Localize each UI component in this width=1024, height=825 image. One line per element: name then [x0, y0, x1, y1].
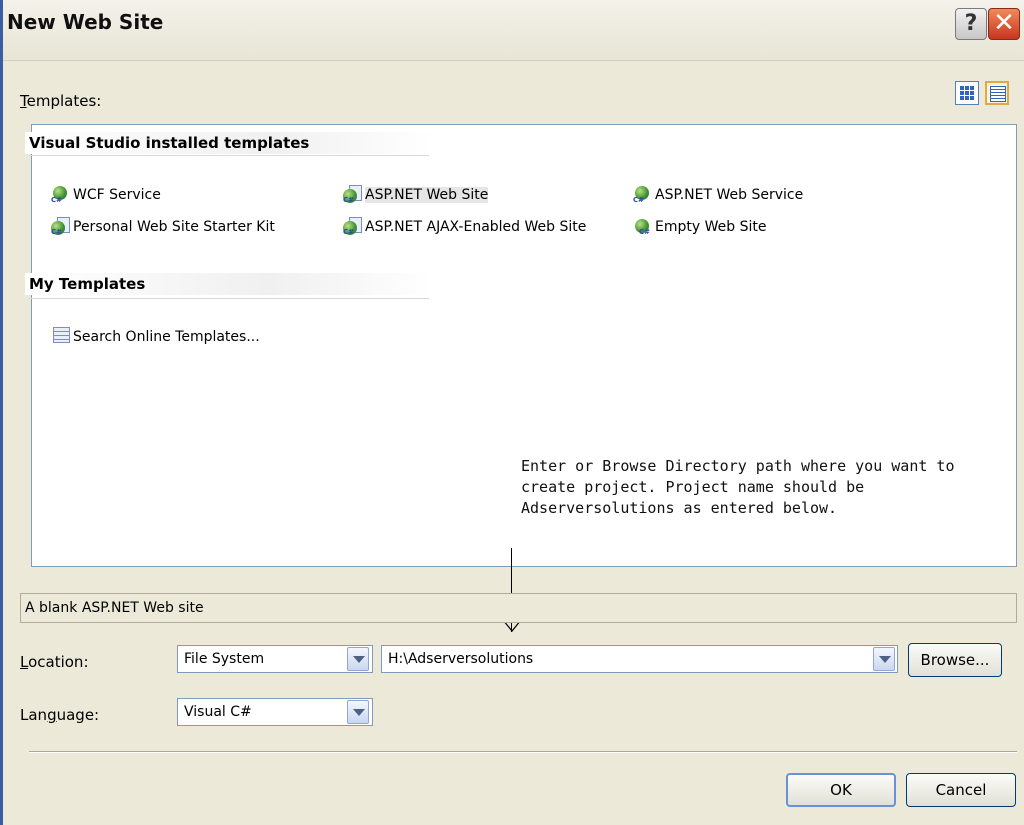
- group-header-my-templates: My Templates: [25, 273, 433, 295]
- instruction-annotation: Enter or Browse Directory path where you…: [521, 456, 991, 519]
- location-path-input[interactable]: H:\Adserversolutions: [381, 645, 898, 673]
- location-type-dropdown-button[interactable]: [347, 647, 369, 671]
- template-label: ASP.NET AJAX-Enabled Web Site: [365, 219, 587, 235]
- template-aspnet-web-site[interactable]: C# ASP.NET Web Site: [343, 184, 489, 206]
- template-label: Empty Web Site: [655, 219, 767, 235]
- template-label: ASP.NET Web Site: [365, 187, 489, 203]
- large-icons-icon: [960, 86, 974, 100]
- template-description: A blank ASP.NET Web site: [20, 593, 1017, 623]
- small-icons-view-button[interactable]: [985, 81, 1009, 105]
- language-select[interactable]: Visual C#: [177, 698, 373, 726]
- template-wcf-service[interactable]: C# WCF Service: [51, 184, 161, 206]
- location-type-value: File System: [184, 651, 265, 667]
- cancel-button[interactable]: Cancel: [906, 773, 1016, 807]
- template-empty-web-site[interactable]: C# Empty Web Site: [633, 216, 766, 238]
- annotation-line: create project. Project name should be: [521, 478, 865, 496]
- templates-label-rest: emplates:: [26, 92, 102, 110]
- template-label: WCF Service: [73, 187, 161, 203]
- wcf-service-icon: C#: [51, 185, 71, 205]
- large-icons-view-button[interactable]: [955, 81, 979, 105]
- location-type-select[interactable]: File System: [177, 645, 373, 673]
- language-dropdown-button[interactable]: [347, 700, 369, 724]
- language-label: Language:: [20, 706, 100, 724]
- aspnet-web-service-icon: C#: [633, 185, 653, 205]
- template-aspnet-web-service[interactable]: C# ASP.NET Web Service: [633, 184, 803, 206]
- ajax-web-site-icon: C#: [343, 217, 363, 237]
- dialog-title: New Web Site: [7, 10, 164, 34]
- location-label: Location:: [20, 653, 89, 671]
- browse-button[interactable]: Browse...: [908, 643, 1002, 677]
- browse-label: Browse...: [920, 651, 990, 669]
- language-value: Visual C#: [184, 704, 252, 720]
- template-search-online[interactable]: Search Online Templates...: [51, 326, 260, 348]
- template-label: Personal Web Site Starter Kit: [73, 219, 275, 235]
- ok-button[interactable]: OK: [786, 773, 896, 807]
- group-separator: [29, 298, 429, 299]
- bottom-divider: [29, 751, 1017, 753]
- list-view-icon: [990, 86, 1006, 102]
- new-web-site-dialog: New Web Site ? ✕ Templates: Visual Studi…: [0, 0, 1024, 825]
- annotation-line: Adserversolutions as entered below.: [521, 499, 838, 517]
- templates-label: Templates:: [20, 92, 101, 110]
- empty-web-site-icon: C#: [633, 217, 653, 237]
- annotation-line: Enter or Browse Directory path where you…: [521, 457, 955, 475]
- help-button[interactable]: ?: [955, 8, 987, 40]
- close-button[interactable]: ✕: [988, 8, 1020, 40]
- templates-label-accel: T: [20, 92, 27, 110]
- template-label: Search Online Templates...: [73, 329, 260, 345]
- group-separator: [29, 155, 429, 156]
- aspnet-web-site-icon: C#: [343, 185, 363, 205]
- template-label: ASP.NET Web Service: [655, 187, 804, 203]
- template-ajax-web-site[interactable]: C# ASP.NET AJAX-Enabled Web Site: [343, 216, 586, 238]
- location-path-value: H:\Adserversolutions: [388, 651, 534, 667]
- location-path-dropdown-button[interactable]: [873, 647, 895, 671]
- personal-web-site-icon: C#: [51, 217, 71, 237]
- template-personal-web-site[interactable]: C# Personal Web Site Starter Kit: [51, 216, 275, 238]
- title-bar: New Web Site ? ✕: [3, 0, 1024, 61]
- group-header-vs-templates: Visual Studio installed templates: [25, 132, 433, 154]
- search-online-icon: [51, 327, 71, 347]
